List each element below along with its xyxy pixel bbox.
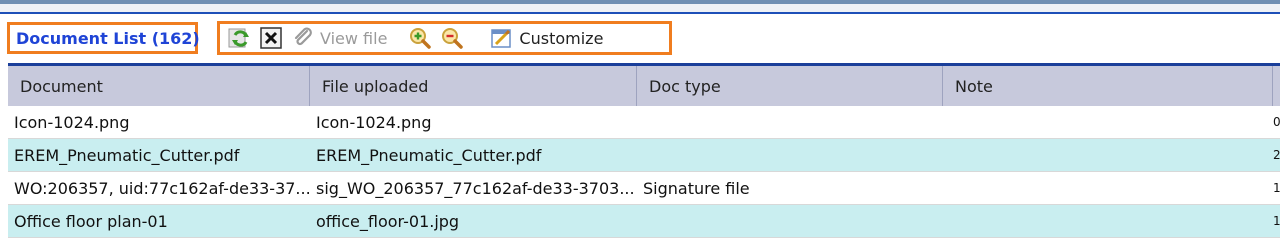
cell-document: WO:206357, uid:77c162af-de33-37... bbox=[14, 178, 310, 198]
top-divider bbox=[0, 12, 1280, 14]
column-header-overflow bbox=[1273, 66, 1280, 106]
cell-overflow: 2 bbox=[1273, 148, 1280, 162]
cell-doc-type bbox=[637, 139, 943, 171]
zoom-out-button[interactable] bbox=[439, 24, 465, 52]
cell-note bbox=[943, 139, 1273, 171]
panel-title: Document List (162) bbox=[16, 28, 200, 48]
table-row[interactable]: Icon-1024.png Icon-1024.png 0 bbox=[8, 106, 1280, 139]
cell-file-uploaded: EREM_Pneumatic_Cutter.pdf bbox=[316, 145, 542, 165]
grid-left-margin bbox=[0, 63, 8, 240]
cell-doc-type: Signature file bbox=[643, 178, 750, 198]
cell-document: EREM_Pneumatic_Cutter.pdf bbox=[14, 145, 240, 165]
customize-button[interactable]: Customize bbox=[489, 24, 603, 52]
table-row[interactable]: EREM_Pneumatic_Cutter.pdf EREM_Pneumatic… bbox=[8, 139, 1280, 172]
view-file-button[interactable]: View file bbox=[290, 24, 387, 52]
top-bar bbox=[0, 0, 1280, 4]
column-header-doc-type[interactable]: Doc type bbox=[637, 66, 943, 106]
cell-overflow: 1 bbox=[1273, 181, 1280, 195]
cell-file-uploaded: Icon-1024.png bbox=[316, 112, 432, 132]
document-table: Document File uploaded Doc type Note Ico… bbox=[8, 63, 1280, 238]
cell-document: Icon-1024.png bbox=[14, 112, 130, 132]
toolbar: View file Customize bbox=[217, 21, 672, 55]
customize-icon bbox=[489, 25, 515, 51]
cell-note bbox=[943, 106, 1273, 138]
zoom-in-icon bbox=[407, 25, 433, 51]
column-header-note[interactable]: Note bbox=[943, 66, 1273, 106]
cell-overflow: 0 bbox=[1273, 115, 1280, 129]
delete-button[interactable] bbox=[258, 24, 284, 52]
customize-label: Customize bbox=[519, 28, 604, 48]
refresh-button[interactable] bbox=[226, 24, 252, 52]
table-row[interactable]: WO:206357, uid:77c162af-de33-37... sig_W… bbox=[8, 172, 1280, 205]
cell-note bbox=[943, 205, 1273, 237]
cell-note bbox=[943, 172, 1273, 204]
paperclip-icon bbox=[290, 25, 316, 51]
zoom-in-button[interactable] bbox=[407, 24, 433, 52]
cell-file-uploaded: sig_WO_206357_77c162af-de33-3703... bbox=[316, 178, 635, 198]
cell-file-uploaded: office_floor-01.jpg bbox=[316, 211, 460, 231]
top-band bbox=[0, 0, 1280, 14]
cell-document: Office floor plan-01 bbox=[14, 211, 168, 231]
column-header-document[interactable]: Document bbox=[8, 66, 310, 106]
delete-icon bbox=[258, 25, 284, 51]
view-file-label: View file bbox=[320, 28, 388, 48]
cell-doc-type bbox=[637, 106, 943, 138]
cell-overflow: 1 bbox=[1273, 214, 1280, 228]
refresh-icon bbox=[226, 25, 252, 51]
cell-doc-type bbox=[637, 205, 943, 237]
column-header-file-uploaded[interactable]: File uploaded bbox=[310, 66, 637, 106]
table-header: Document File uploaded Doc type Note bbox=[8, 63, 1280, 106]
table-row[interactable]: Office floor plan-01 office_floor-01.jpg… bbox=[8, 205, 1280, 238]
panel-title-box: Document List (162) bbox=[7, 22, 200, 54]
zoom-out-icon bbox=[439, 25, 465, 51]
